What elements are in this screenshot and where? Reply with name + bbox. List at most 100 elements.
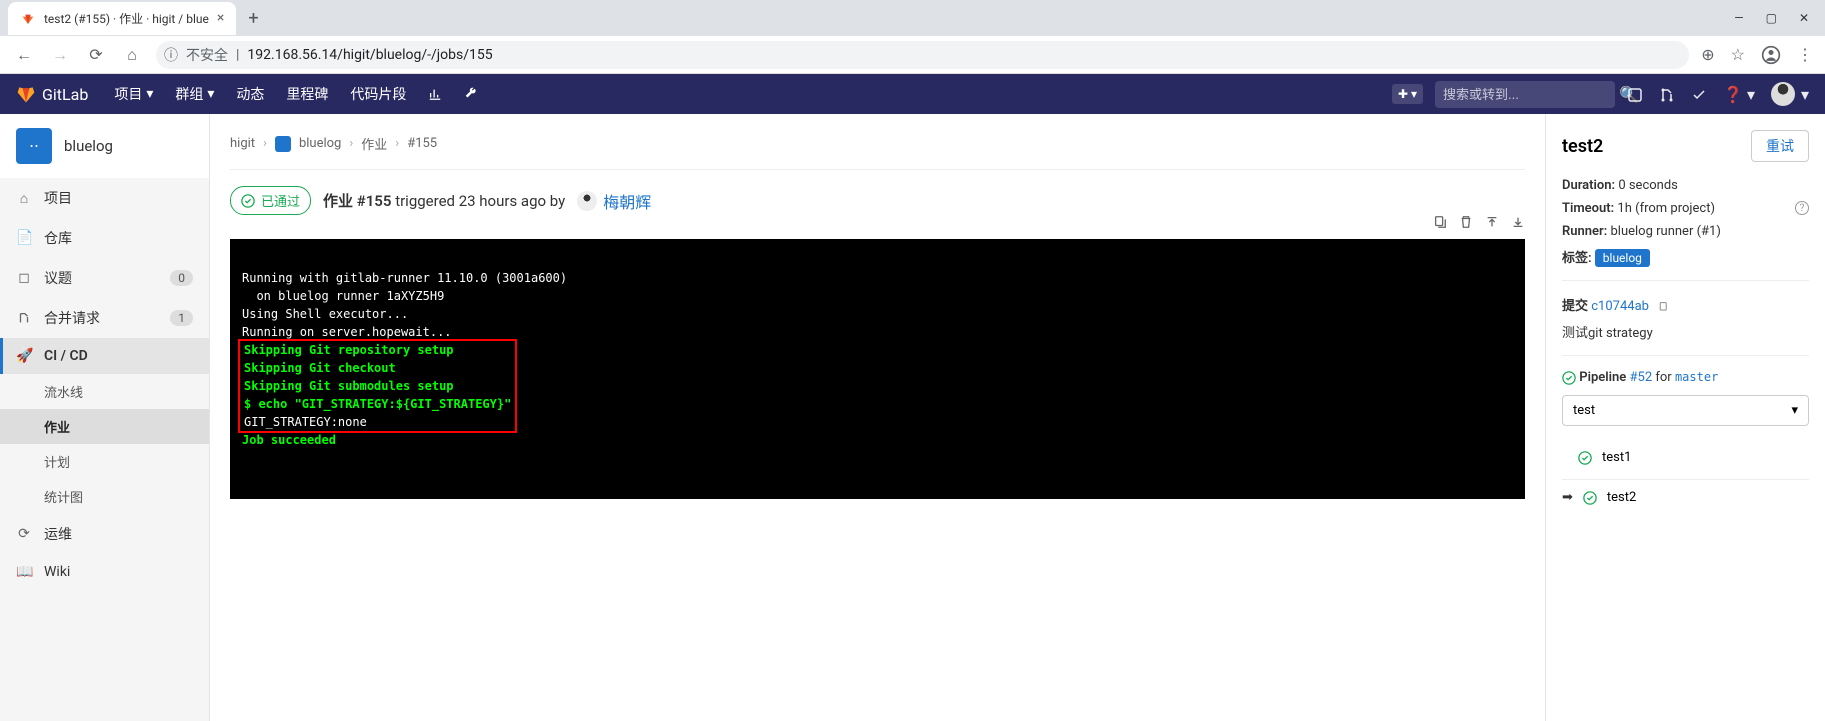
sidebar-project-header[interactable]: • • bluelog bbox=[0, 114, 209, 178]
job-header: 已通过 作业 #155 triggered 23 hours ago by 梅朝… bbox=[230, 186, 1525, 215]
browser-tab[interactable]: test2 (#155) · 作业 · higit / blue × bbox=[8, 2, 236, 35]
file-icon: 📄 bbox=[16, 230, 32, 246]
nav-plus-button[interactable]: ✚ ▾ bbox=[1392, 84, 1423, 104]
nav-projects[interactable]: 项目▾ bbox=[104, 78, 163, 110]
arrow-right-icon: ➡ bbox=[1562, 490, 1573, 505]
forward-button[interactable]: → bbox=[48, 45, 72, 65]
breadcrumb-section[interactable]: 作业 bbox=[361, 134, 387, 153]
check-circle-icon bbox=[241, 194, 255, 208]
sidebar-sub-schedules[interactable]: 计划 bbox=[0, 444, 209, 479]
sidebar-item-project[interactable]: ⌂ 项目 bbox=[0, 178, 209, 218]
gitlab-logo-icon bbox=[16, 84, 36, 104]
sidebar-item-merge[interactable]: 合并请求 1 bbox=[0, 298, 209, 338]
new-tab-button[interactable]: + bbox=[236, 8, 270, 29]
stage-selector[interactable]: test ▾ bbox=[1562, 395, 1809, 426]
scroll-bottom-icon[interactable] bbox=[1511, 211, 1525, 230]
search-box[interactable]: 🔍 bbox=[1435, 81, 1615, 108]
commit-row: 提交 c10744ab bbox=[1562, 295, 1809, 314]
pipeline-row: Pipeline #52 for master bbox=[1562, 370, 1809, 385]
minimize-icon[interactable]: — bbox=[1734, 11, 1743, 25]
gitlab-brand: GitLab bbox=[42, 85, 88, 104]
rocket-icon: 🚀 bbox=[16, 348, 32, 364]
back-button[interactable]: ← bbox=[12, 45, 36, 65]
breadcrumb-project-icon bbox=[275, 136, 291, 152]
book-icon: 📖 bbox=[16, 564, 32, 580]
gitlab-logo[interactable]: GitLab bbox=[16, 84, 88, 104]
retry-button[interactable]: 重试 bbox=[1751, 130, 1809, 162]
ops-icon: ⟳ bbox=[16, 526, 32, 542]
sidebar-item-cicd[interactable]: 🚀 CI / CD bbox=[0, 338, 209, 374]
breadcrumb-project[interactable]: bluelog bbox=[299, 136, 341, 151]
issues-icon[interactable] bbox=[1627, 85, 1643, 104]
check-circle-icon bbox=[1583, 491, 1597, 505]
scroll-top-icon[interactable] bbox=[1485, 211, 1499, 230]
nav-groups[interactable]: 群组▾ bbox=[165, 78, 224, 110]
sidebar-item-repo[interactable]: 📄 仓库 bbox=[0, 218, 209, 258]
highlighted-log-section: Skipping Git repository setupSkipping Gi… bbox=[238, 339, 517, 433]
reload-button[interactable]: ⟳ bbox=[84, 45, 108, 64]
commit-message: 测试git strategy bbox=[1562, 322, 1809, 341]
job-details-panel: test2 重试 Duration: 0 seconds Timeout: 1h… bbox=[1545, 114, 1825, 721]
sidebar-item-wiki[interactable]: 📖 Wiki bbox=[0, 554, 209, 590]
nav-activity[interactable]: 动态 bbox=[226, 78, 274, 110]
duration-row: Duration: 0 seconds bbox=[1562, 178, 1809, 193]
issues-count: 0 bbox=[170, 270, 193, 286]
close-window-icon[interactable]: ✕ bbox=[1799, 11, 1809, 25]
search-input[interactable] bbox=[1443, 87, 1619, 102]
todos-icon[interactable] bbox=[1691, 85, 1707, 104]
tab-title: test2 (#155) · 作业 · higit / blue bbox=[44, 10, 209, 27]
job-item-test1[interactable]: test1 bbox=[1562, 440, 1809, 475]
insecure-label: 不安全 bbox=[186, 45, 228, 65]
sidebar-item-ops[interactable]: ⟳ 运维 bbox=[0, 514, 209, 554]
commit-sha-link[interactable]: c10744ab bbox=[1591, 299, 1649, 314]
tab-close-icon[interactable]: × bbox=[217, 10, 224, 26]
sidebar-sub-pipelines[interactable]: 流水线 bbox=[0, 374, 209, 409]
nav-wrench-icon[interactable] bbox=[454, 81, 488, 107]
maximize-icon[interactable]: ▢ bbox=[1766, 11, 1777, 25]
job-item-test2[interactable]: ➡ test2 bbox=[1562, 480, 1809, 515]
url-text: 192.168.56.14/higit/bluelog/-/jobs/155 bbox=[247, 47, 492, 63]
sidebar-sub-charts[interactable]: 统计图 bbox=[0, 479, 209, 514]
issues-icon: ◻ bbox=[16, 270, 32, 286]
sidebar-sub-jobs[interactable]: 作业 bbox=[0, 409, 209, 444]
nav-milestones[interactable]: 里程碑 bbox=[276, 78, 338, 110]
copy-log-icon[interactable] bbox=[1433, 211, 1447, 230]
user-avatar-small bbox=[577, 191, 597, 211]
gitlab-favicon bbox=[20, 10, 36, 26]
sidebar-item-issues[interactable]: ◻ 议题 0 bbox=[0, 258, 209, 298]
profile-icon[interactable] bbox=[1761, 44, 1781, 65]
triggered-by-user[interactable]: 梅朝辉 bbox=[577, 189, 651, 213]
breadcrumb-job-id: #155 bbox=[407, 136, 437, 151]
timeout-help-icon[interactable]: ? bbox=[1795, 201, 1809, 215]
job-title: 作业 #155 triggered 23 hours ago by bbox=[323, 190, 565, 211]
sidebar: • • bluelog ⌂ 项目 📄 仓库 ◻ 议题 0 合并请求 1 🚀 CI… bbox=[0, 114, 210, 721]
gitlab-top-nav: GitLab 项目▾ 群组▾ 动态 里程碑 代码片段 ✚ ▾ 🔍 ❓ ▾ ▾ bbox=[0, 74, 1825, 114]
branch-link[interactable]: master bbox=[1675, 370, 1718, 384]
home-button[interactable]: ⌂ bbox=[120, 45, 144, 65]
job-name-title: test2 bbox=[1562, 136, 1603, 157]
merge-icon bbox=[16, 310, 32, 326]
user-dropdown-icon[interactable]: ▾ bbox=[1801, 85, 1809, 104]
menu-icon[interactable]: ⋮ bbox=[1797, 45, 1813, 64]
help-icon[interactable]: ❓ ▾ bbox=[1723, 85, 1755, 104]
merge-requests-icon[interactable] bbox=[1659, 85, 1675, 104]
bookmark-icon[interactable]: ☆ bbox=[1731, 45, 1745, 64]
zoom-icon[interactable]: ⊕ bbox=[1701, 45, 1714, 64]
address-bar[interactable]: ⓘ 不安全 | 192.168.56.14/higit/bluelog/-/jo… bbox=[156, 41, 1689, 69]
job-log[interactable]: Running with gitlab-runner 11.10.0 (3001… bbox=[230, 239, 1525, 499]
pipeline-link[interactable]: #52 bbox=[1630, 370, 1653, 385]
status-badge-passed: 已通过 bbox=[230, 186, 311, 215]
user-avatar[interactable] bbox=[1771, 82, 1795, 106]
site-info-icon[interactable]: ⓘ bbox=[164, 45, 178, 65]
tags-row: 标签: bluelog bbox=[1562, 247, 1809, 266]
chevron-down-icon: ▾ bbox=[1791, 403, 1798, 418]
breadcrumb: higit › bluelog › 作业 › #155 bbox=[230, 130, 1525, 170]
breadcrumb-group[interactable]: higit bbox=[230, 136, 255, 151]
project-name: bluelog bbox=[64, 137, 113, 155]
delete-log-icon[interactable] bbox=[1459, 211, 1473, 230]
project-avatar: • • bbox=[16, 128, 52, 164]
copy-sha-icon[interactable] bbox=[1658, 299, 1670, 314]
check-circle-icon bbox=[1562, 371, 1576, 385]
nav-chart-icon[interactable] bbox=[418, 81, 452, 107]
nav-snippets[interactable]: 代码片段 bbox=[340, 78, 416, 110]
